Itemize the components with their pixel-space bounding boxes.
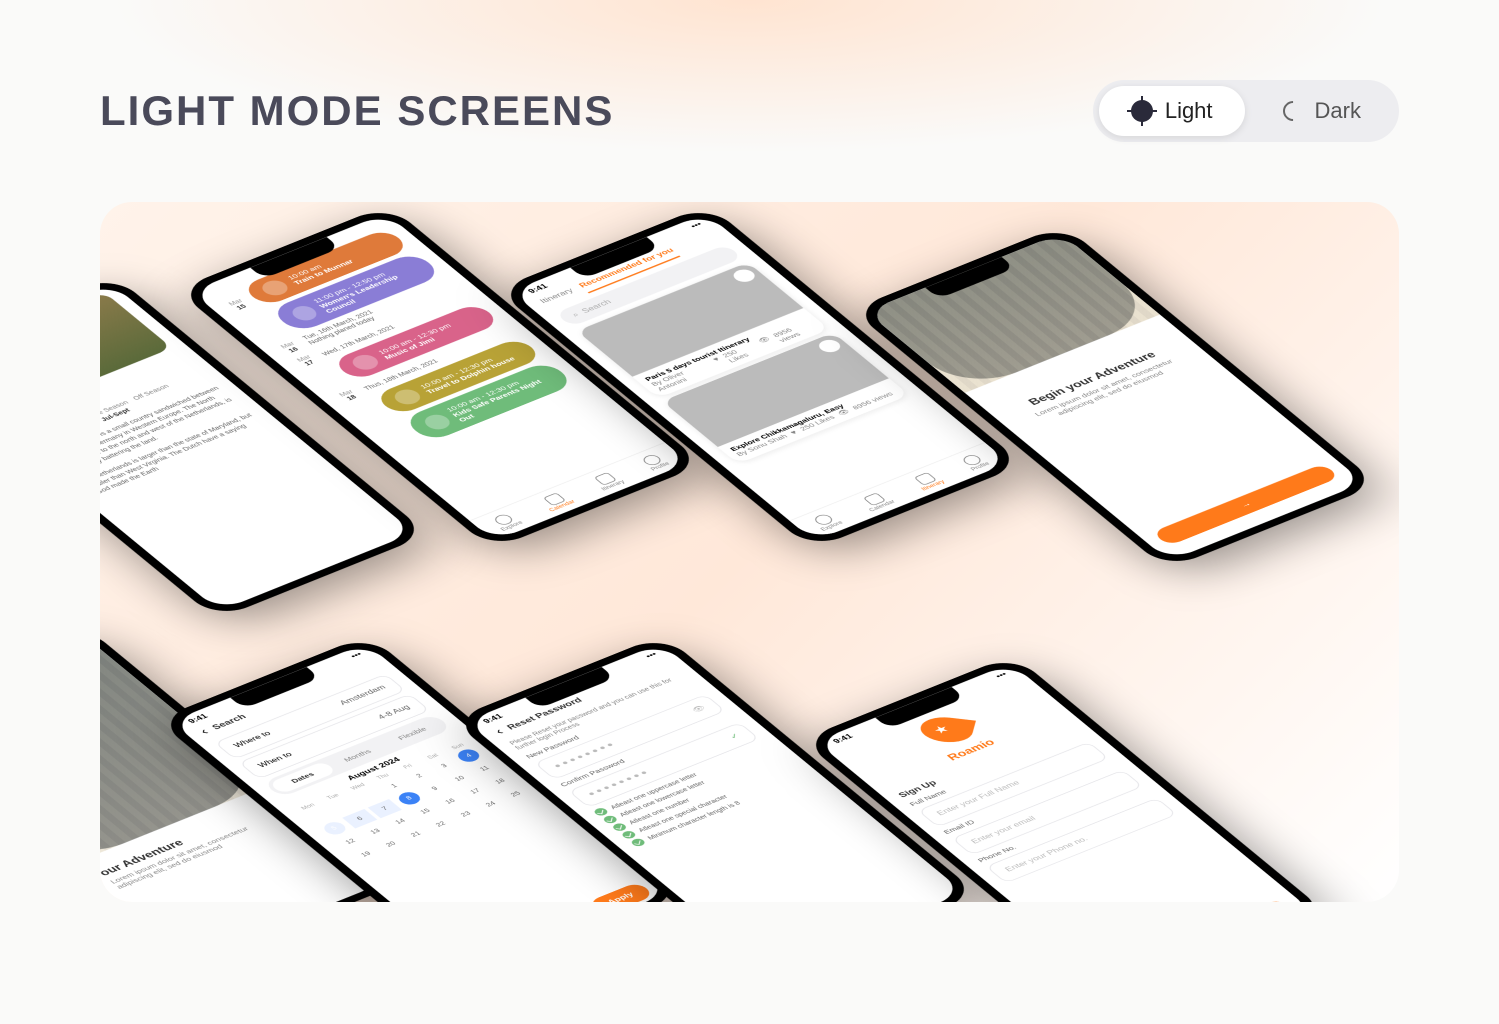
back-icon[interactable]: ‹ bbox=[197, 727, 213, 738]
continue-button[interactable]: Continue bbox=[1108, 899, 1296, 902]
nav-profile[interactable]: Profile bbox=[959, 452, 991, 471]
nav-calendar[interactable]: Calendar bbox=[537, 490, 577, 512]
search-icon: ⌕ bbox=[570, 311, 582, 319]
nav-itinerary[interactable]: Itinerary bbox=[910, 471, 947, 492]
nav-calendar[interactable]: Calendar bbox=[857, 490, 897, 512]
showcase: View Map Time to Visit Moderate Season O… bbox=[100, 202, 1399, 902]
apply-btn[interactable]: Apply bbox=[587, 882, 654, 902]
dark-toggle[interactable]: Dark bbox=[1251, 86, 1393, 136]
nav-explore[interactable]: Explore bbox=[489, 511, 525, 532]
continue-btn[interactable]: → bbox=[1152, 463, 1340, 546]
sun-icon bbox=[1131, 100, 1153, 122]
page-title: LIGHT MODE SCREENS bbox=[100, 87, 614, 135]
back-icon[interactable]: ‹ bbox=[492, 727, 508, 738]
nav-itinerary[interactable]: Itinerary bbox=[590, 471, 627, 492]
heart-icon[interactable] bbox=[730, 267, 759, 284]
nav-explore[interactable]: Explore bbox=[809, 511, 845, 532]
heart-icon[interactable] bbox=[815, 338, 844, 355]
eye-icon[interactable]: 👁 bbox=[690, 704, 708, 714]
theme-toggle: Light Dark bbox=[1093, 80, 1399, 142]
moon-icon bbox=[1278, 97, 1306, 125]
nav-profile[interactable]: Profile bbox=[639, 452, 671, 471]
light-toggle[interactable]: Light bbox=[1099, 86, 1245, 136]
